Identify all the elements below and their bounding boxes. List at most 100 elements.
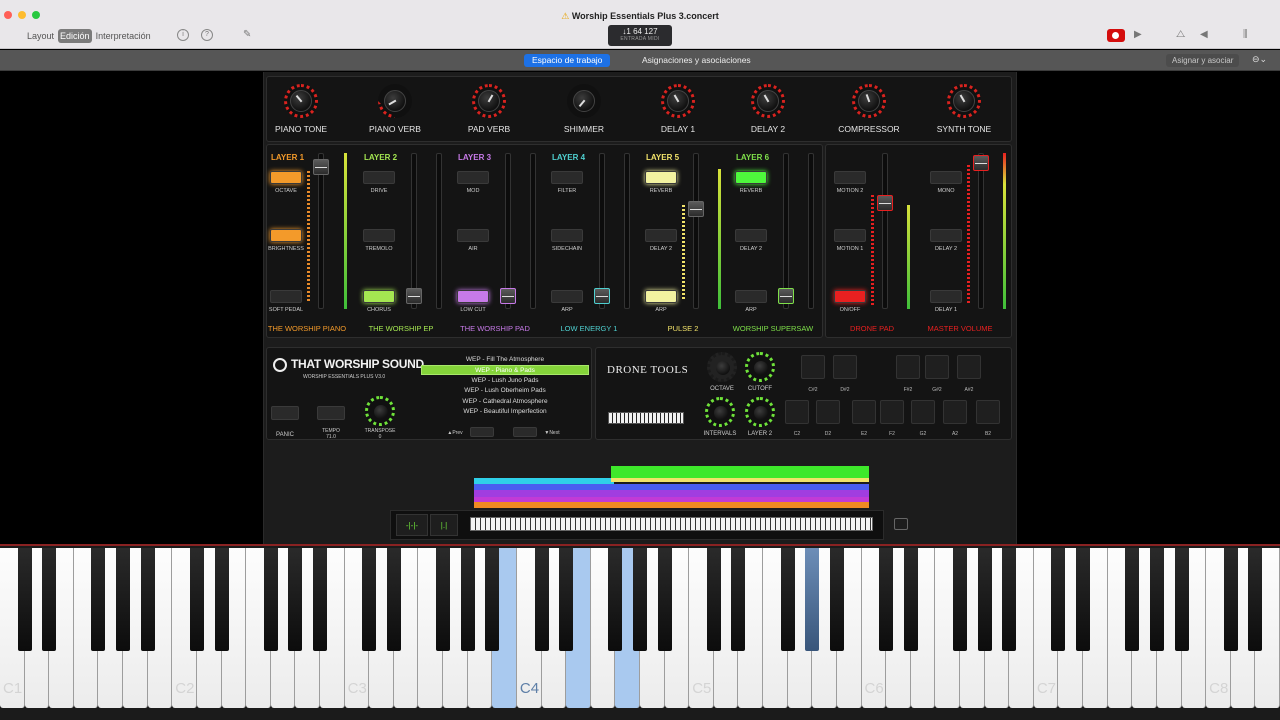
- tab-assignments[interactable]: Asignaciones y asociaciones: [634, 54, 759, 67]
- octave-button[interactable]: [270, 171, 302, 184]
- layer-2-knob[interactable]: [745, 397, 775, 427]
- arp-button-layer-6[interactable]: [735, 290, 767, 303]
- knob-pad-verb[interactable]: PAD VERB: [442, 77, 536, 143]
- octave-knob[interactable]: [707, 352, 737, 382]
- drone-pad-sharp-5[interactable]: [957, 355, 981, 379]
- drone-pad-sharp-2[interactable]: [833, 355, 857, 379]
- mono-button[interactable]: [930, 171, 962, 184]
- mode-edit[interactable]: Edición: [58, 29, 92, 43]
- tempo-button[interactable]: [317, 406, 345, 420]
- knob-compressor[interactable]: COMPRESSOR: [822, 77, 916, 143]
- panic-button[interactable]: [271, 406, 299, 420]
- options-icon[interactable]: ⊖⌄: [1252, 54, 1267, 65]
- black-key[interactable]: [903, 548, 918, 651]
- black-key[interactable]: [116, 548, 131, 651]
- knob-delay-2-dial[interactable]: [751, 84, 785, 118]
- preset-item[interactable]: WEP - Lush Juno Pads: [421, 376, 589, 386]
- knob-piano-tone[interactable]: PIANO TONE: [254, 77, 348, 143]
- black-key[interactable]: [559, 548, 574, 651]
- black-key[interactable]: [386, 548, 401, 651]
- layer-3-fader[interactable]: [500, 288, 516, 304]
- tremolo-button[interactable]: [363, 229, 395, 242]
- master-delay-2-button[interactable]: [930, 229, 962, 242]
- black-key[interactable]: [214, 548, 229, 651]
- knob-delay-2[interactable]: DELAY 2: [721, 77, 815, 143]
- mod-button[interactable]: [457, 171, 489, 184]
- mode-performance[interactable]: Interpretación: [94, 29, 153, 43]
- mode-layout[interactable]: Layout: [25, 29, 56, 43]
- preset-item-selected[interactable]: WEP - Piano & Pads: [421, 365, 589, 375]
- knob-delay-1-dial[interactable]: [661, 84, 695, 118]
- black-key[interactable]: [805, 548, 820, 651]
- layer-5-fader-track[interactable]: [693, 153, 699, 309]
- drone-fader[interactable]: [877, 195, 893, 211]
- black-key[interactable]: [953, 548, 967, 651]
- layer-6-fader[interactable]: [778, 288, 794, 304]
- next-preset-button[interactable]: [513, 427, 537, 437]
- preset-item[interactable]: WEP - Lush Oberheim Pads: [421, 386, 589, 396]
- master-fader[interactable]: [973, 155, 989, 171]
- black-key[interactable]: [706, 548, 721, 651]
- drone-pad-natural-2[interactable]: [816, 400, 840, 424]
- soft-pedal-button[interactable]: [270, 290, 302, 303]
- drone-pad-natural-5[interactable]: [911, 400, 935, 424]
- metronome-icon[interactable]: ⧍: [1176, 29, 1185, 40]
- black-key[interactable]: [140, 548, 155, 651]
- knob-shimmer[interactable]: SHIMMER: [537, 77, 631, 143]
- black-key[interactable]: [1076, 548, 1091, 651]
- black-key[interactable]: [42, 548, 57, 651]
- play-icon[interactable]: ▶: [1134, 29, 1142, 40]
- knob-compressor-dial[interactable]: [852, 84, 886, 118]
- black-key[interactable]: [485, 548, 500, 651]
- preset-item[interactable]: WEP - Fill The Atmosphere: [421, 355, 589, 365]
- black-key[interactable]: [1051, 548, 1066, 651]
- volume-icon[interactable]: ◀: [1200, 29, 1208, 40]
- knob-pad-verb-dial[interactable]: [472, 84, 506, 118]
- filter-button[interactable]: [551, 171, 583, 184]
- black-key[interactable]: [657, 548, 672, 651]
- layer-4-fader[interactable]: [594, 288, 610, 304]
- black-key[interactable]: [313, 548, 327, 651]
- knob-synth-tone-dial[interactable]: [947, 84, 981, 118]
- black-key[interactable]: [731, 548, 746, 651]
- delay-2-button-layer-6[interactable]: [735, 229, 767, 242]
- black-key[interactable]: [1223, 548, 1238, 651]
- black-key[interactable]: [879, 548, 894, 651]
- black-key[interactable]: [633, 548, 647, 651]
- drone-pad-natural-6[interactable]: [943, 400, 967, 424]
- master-delay-1-button[interactable]: [930, 290, 962, 303]
- chorus-button[interactable]: [363, 290, 395, 303]
- range-tool-button[interactable]: |.|: [430, 514, 458, 536]
- knob-piano-verb[interactable]: PIANO VERB: [348, 77, 442, 143]
- delay-2-button-layer-5[interactable]: [645, 229, 677, 242]
- motion-2-button[interactable]: [834, 171, 866, 184]
- split-tool-button[interactable]: -|-|-: [396, 514, 428, 536]
- black-key[interactable]: [1002, 548, 1017, 651]
- knob-delay-1[interactable]: DELAY 1: [631, 77, 725, 143]
- drone-pad-sharp-3[interactable]: [896, 355, 920, 379]
- black-key[interactable]: [829, 548, 844, 651]
- drone-pad-sharp-1[interactable]: [801, 355, 825, 379]
- drone-pad-natural-4[interactable]: [880, 400, 904, 424]
- motion-1-button[interactable]: [834, 229, 866, 242]
- low-cut-button[interactable]: [457, 290, 489, 303]
- arp-button-layer-5[interactable]: [645, 290, 677, 303]
- drone-pad-sharp-4[interactable]: [925, 355, 949, 379]
- knob-piano-tone-dial[interactable]: [284, 84, 318, 118]
- black-key[interactable]: [288, 548, 303, 651]
- layer-1-fader[interactable]: [313, 159, 329, 175]
- layer-6-fader-track[interactable]: [783, 153, 789, 309]
- knob-piano-verb-dial[interactable]: [378, 84, 412, 118]
- black-key[interactable]: [189, 548, 204, 651]
- layer-map-keyboard[interactable]: [470, 517, 873, 531]
- black-key[interactable]: [263, 548, 278, 651]
- black-key[interactable]: [1248, 548, 1263, 651]
- black-key[interactable]: [1125, 548, 1140, 651]
- drone-pad-natural-7[interactable]: [976, 400, 1000, 424]
- layer-2-fader-track[interactable]: [411, 153, 417, 309]
- preset-item[interactable]: WEP - Beautiful Imperfection: [421, 407, 589, 417]
- assign-button[interactable]: Asignar y asociar: [1166, 54, 1240, 67]
- black-key[interactable]: [460, 548, 475, 651]
- layer-5-fader[interactable]: [688, 201, 704, 217]
- mixer-icon[interactable]: ⫼: [1243, 29, 1248, 40]
